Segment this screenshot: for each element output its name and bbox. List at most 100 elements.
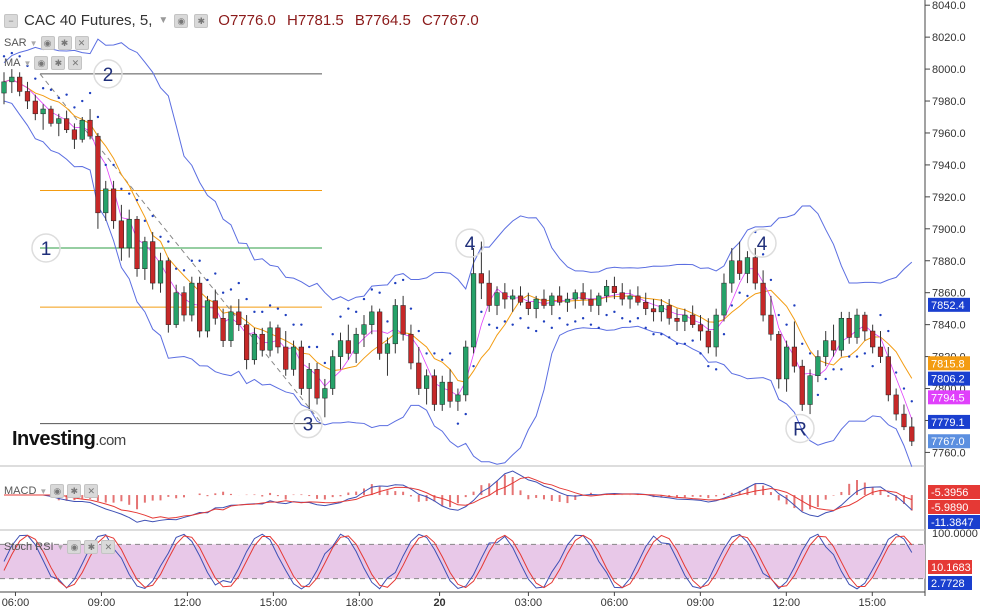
sar-dot [808,352,812,355]
wave-label: 1 [41,239,52,260]
sar-dot [292,323,295,326]
eye-icon[interactable]: ◉ [40,36,55,50]
sar-dot [699,352,702,355]
ma-label: MA [4,57,21,69]
candle-body [619,292,625,300]
gear-icon[interactable]: ✱ [194,13,209,28]
sar-dot [652,333,655,336]
logo-suffix: .com [95,432,126,449]
candle-body [32,100,38,115]
candle-body [337,340,344,357]
candle-body [658,305,664,313]
sar-dot [159,235,162,238]
macd-indicator-label: MACD ▼ ◉ ✱ ✕ [4,484,99,498]
sar-dot [261,310,264,314]
candle-body [525,302,531,309]
x-tick-label: 18:00 [346,597,374,609]
sar-dot [409,307,413,310]
candle-body [306,369,312,389]
candle-body [251,333,258,361]
sar-dot [777,313,780,317]
candle-body [611,286,618,293]
sar-dot [495,326,499,330]
dropdown-icon[interactable]: ▼ [39,487,47,496]
candle-body [909,426,915,442]
candle-body [564,298,571,303]
candle-body [877,346,884,357]
candle-body [134,218,140,269]
candle-body [79,119,85,140]
sar-dot [182,269,186,272]
sar-dot [683,342,687,346]
sar-dot [300,323,303,326]
eye-icon[interactable]: ◉ [67,540,82,554]
x-tick-label: 12:00 [773,597,801,609]
dropdown-icon[interactable]: ▼ [57,543,65,552]
candle-body [517,295,524,303]
dropdown-icon[interactable]: ▼ [24,59,32,68]
gear-icon[interactable]: ✱ [84,540,99,554]
sar-dot [714,368,718,371]
sar-dot [41,87,45,90]
candle-body [807,375,813,405]
sar-dot [120,187,123,191]
close-icon[interactable]: ✕ [101,540,116,554]
close-icon[interactable]: ✕ [74,36,89,50]
candle-body [463,346,469,396]
eye-icon[interactable]: ◉ [50,484,65,498]
x-tick-label: 15:00 [260,597,288,609]
eye-icon[interactable]: ◉ [34,56,49,70]
sar-dot [135,198,139,202]
candle-body [259,333,265,351]
candle-body [48,108,54,124]
candle-body [650,308,657,313]
sar-dot [644,326,647,330]
gear-icon[interactable]: ✱ [57,36,72,50]
candle-body [744,257,751,274]
sar-dot [433,352,436,355]
candle-body [682,314,688,322]
candle-body [298,346,304,389]
candle-body [713,314,719,348]
collapse-icon[interactable]: − [4,13,18,28]
x-tick-label: 09:00 [88,597,116,609]
candle-body [24,91,31,102]
sar-dot [855,355,859,358]
candle-body [212,300,218,319]
sar-dot [128,192,131,195]
candle-body [197,282,203,332]
sar-dot [143,219,147,223]
close-icon[interactable]: ✕ [84,484,99,498]
gear-icon[interactable]: ✱ [67,484,82,498]
y-tick-label: 7760.0 [932,447,966,459]
candle-body [870,330,876,348]
y-tick-label: 7940.0 [932,160,966,172]
sar-dot [315,345,319,349]
sar-dot [605,313,608,317]
sar-dot [81,99,84,103]
gear-icon[interactable]: ✱ [51,56,66,70]
x-tick-label: 12:00 [174,597,202,609]
dropdown-icon[interactable]: ▼ [30,39,38,48]
candle-body [9,76,15,83]
candle-body [439,381,445,405]
candle-body [541,298,547,306]
dropdown-icon[interactable]: ▼ [158,15,168,26]
sar-dot [34,77,37,80]
candle-body [236,311,242,325]
candle-body [40,108,46,115]
sar-dot [323,361,327,365]
sar-dot [730,304,734,307]
candle-body [721,282,727,316]
wave-label: 4 [757,234,768,255]
sar-dot [840,368,843,371]
eye-icon[interactable]: ◉ [174,13,189,28]
candle-body [455,394,461,402]
sar-dot [10,51,14,55]
chart-root: 7760.07780.07800.07820.07840.07860.07880… [0,0,981,610]
candle-body [893,394,899,415]
candle-body [643,302,649,309]
candle-body [369,311,375,325]
sar-label: SAR [4,37,27,49]
close-icon[interactable]: ✕ [68,56,83,70]
